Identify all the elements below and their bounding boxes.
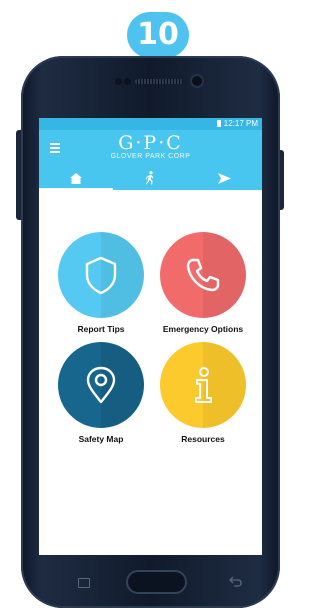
location-pin-icon	[86, 366, 116, 404]
shield-icon	[85, 256, 117, 295]
earpiece-speaker	[135, 79, 183, 84]
logo-text: G·P·C	[118, 132, 183, 154]
light-sensor	[124, 78, 131, 85]
tab-bar	[39, 166, 262, 190]
tile-label: Report Tips	[77, 324, 125, 334]
status-bar: 12:17 PM	[39, 118, 262, 130]
report-tips-circle	[58, 232, 144, 318]
tab-navigate[interactable]	[188, 166, 262, 190]
tile-emergency-options[interactable]: Emergency Options	[153, 232, 253, 334]
app-logo: G·P·C GLOVER PARK CORP	[39, 133, 262, 161]
walking-person-icon	[146, 171, 154, 185]
emergency-options-circle	[160, 232, 246, 318]
home-button[interactable]	[128, 572, 185, 592]
tile-safety-map[interactable]: Safety Map	[51, 342, 151, 444]
proximity-sensor	[115, 78, 122, 85]
info-icon	[195, 367, 212, 403]
tile-label: Resources	[181, 434, 225, 444]
phone-icon	[186, 258, 220, 292]
tile-label: Safety Map	[78, 434, 124, 444]
phone-frame: 12:17 PM G·P·C GLOVER PARK CORP Report T…	[21, 56, 280, 608]
recent-apps-icon[interactable]	[78, 578, 90, 588]
hardware-keys	[21, 566, 280, 596]
battery-icon	[216, 120, 221, 127]
tile-grid: Report Tips Emergency Options Safety Map…	[39, 190, 262, 555]
safety-map-circle	[58, 342, 144, 428]
tile-resources[interactable]: Resources	[153, 342, 253, 444]
logo-subtitle: GLOVER PARK CORP	[110, 153, 191, 160]
app-header: G·P·C GLOVER PARK CORP	[39, 130, 262, 166]
tile-report-tips[interactable]: Report Tips	[51, 232, 151, 334]
home-icon	[70, 172, 83, 184]
resources-circle	[160, 342, 246, 428]
app-screen: 12:17 PM G·P·C GLOVER PARK CORP Report T…	[39, 118, 262, 555]
front-camera	[192, 76, 202, 86]
tab-walk[interactable]	[113, 166, 187, 190]
back-icon[interactable]	[228, 575, 242, 587]
navigation-arrow-icon	[218, 172, 232, 184]
status-time: 12:17 PM	[223, 119, 258, 128]
tab-home[interactable]	[39, 166, 114, 190]
tile-label: Emergency Options	[162, 324, 244, 334]
step-number-badge: 10	[127, 12, 189, 58]
